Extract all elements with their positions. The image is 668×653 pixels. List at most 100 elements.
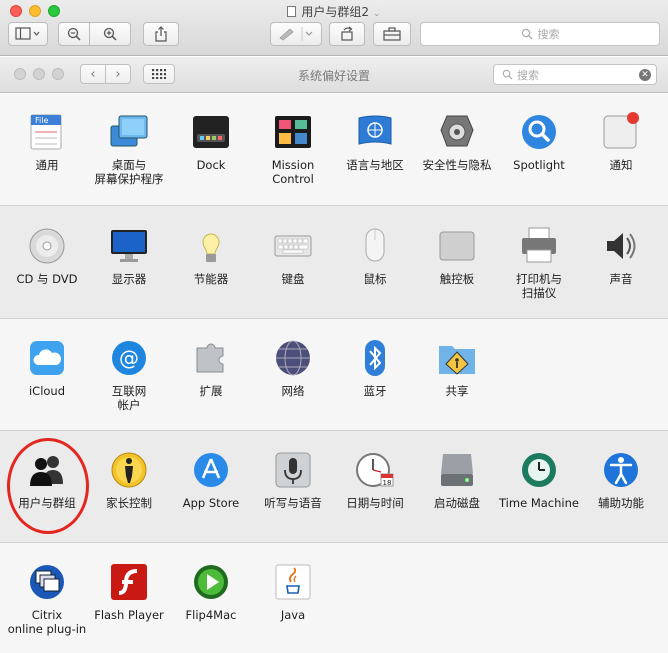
pane-label: 共享 (415, 384, 499, 398)
pane-label: CD 与 DVD (5, 272, 89, 286)
pane-label-line: Spotlight (513, 158, 565, 172)
pane-network[interactable]: 网络 (251, 338, 335, 438)
pane-internet-accounts[interactable]: @ 互联网 帐户 (87, 338, 171, 438)
pane-label-line: 桌面与 (111, 158, 147, 172)
dock-icon (191, 112, 231, 152)
pane-label-line: Flip4Mac (185, 608, 237, 622)
prefs-search-field[interactable]: 搜索 ✕ (493, 64, 657, 85)
accessibility-icon (601, 450, 641, 490)
pane-label-line: 家长控制 (106, 496, 152, 510)
pane-label-line: Flash Player (94, 608, 164, 622)
rotate-icon (341, 26, 353, 41)
pane-extensions[interactable]: 扩展 (169, 338, 253, 438)
pane-label: 触控板 (415, 272, 499, 286)
pane-label-line: 辅助功能 (598, 496, 644, 510)
share-button[interactable] (143, 22, 179, 46)
pane-dock[interactable]: Dock (169, 112, 253, 212)
pane-sound[interactable]: 声音 (579, 226, 663, 326)
sharing-icon (437, 338, 477, 378)
pane-label-line: Java (280, 608, 306, 622)
pane-flash-player[interactable]: Flash Player (87, 562, 171, 653)
zoom-out-button[interactable] (58, 22, 90, 46)
preview-search-placeholder: 搜索 (537, 28, 560, 41)
pane-cd-dvd[interactable]: CD 与 DVD (5, 226, 89, 326)
icloud-icon (27, 338, 67, 378)
flash-player-icon (109, 562, 149, 602)
markup-pen-button[interactable] (270, 22, 322, 46)
document-icon (287, 6, 297, 17)
printer-scanner-icon (519, 226, 559, 266)
pane-security-privacy[interactable]: 安全性与隐私 (415, 112, 499, 212)
pane-java[interactable]: Java (251, 562, 335, 653)
pane-citrix[interactable]: Citrix online plug-in (5, 562, 89, 653)
highlight-circle (7, 438, 89, 534)
pane-label-line: online plug-in (7, 622, 87, 636)
search-icon (521, 28, 532, 40)
pane-date-time[interactable]: 18 日期与时间 (333, 450, 417, 550)
pane-desktop-screensaver[interactable]: 桌面与 屏幕保护程序 (87, 112, 171, 212)
pane-label: Spotlight (497, 158, 581, 172)
clear-search-icon[interactable]: ✕ (639, 69, 651, 81)
prefs-search-placeholder: 搜索 (517, 68, 539, 82)
internet-accounts-icon: @ (109, 338, 149, 378)
citrix-icon (27, 562, 67, 602)
pane-spotlight[interactable]: Spotlight (497, 112, 581, 212)
rotate-button[interactable] (329, 22, 365, 46)
security-privacy-icon (437, 112, 477, 152)
pane-language-region[interactable]: 语言与地区 (333, 112, 417, 212)
startup-disk-icon (437, 450, 477, 490)
mission-control-icon (273, 112, 313, 152)
share-icon (155, 26, 167, 42)
pane-energy-saver[interactable]: 节能器 (169, 226, 253, 326)
pane-notifications[interactable]: 通知 (579, 112, 663, 212)
pane-parental-controls[interactable]: 家长控制 (87, 450, 171, 550)
pane-label: 辅助功能 (579, 496, 663, 510)
pane-label-line: 触控板 (439, 272, 475, 286)
pane-mouse[interactable]: 鼠标 (333, 226, 417, 326)
pane-label-line: 语言与地区 (346, 158, 404, 172)
pane-startup-disk[interactable]: 启动磁盘 (415, 450, 499, 550)
search-icon (502, 69, 513, 80)
time-machine-icon (519, 450, 559, 490)
pane-label: 蓝牙 (333, 384, 417, 398)
pane-general[interactable]: File 通用 (5, 112, 89, 212)
pane-displays[interactable]: 显示器 (87, 226, 171, 326)
pane-keyboard[interactable]: 键盘 (251, 226, 335, 326)
pane-trackpad[interactable]: 触控板 (415, 226, 499, 326)
flip4mac-icon (191, 562, 231, 602)
date-time-icon: 18 (355, 450, 395, 490)
pane-label: Dock (169, 158, 253, 172)
pen-icon (279, 27, 313, 41)
pane-label: Java (251, 608, 335, 622)
pane-label-line: 通知 (609, 158, 633, 172)
document-title[interactable]: 用户与群组2 ⌄ (0, 3, 668, 20)
pane-printer-scanner[interactable]: 打印机与 扫描仪 (497, 226, 581, 326)
pane-label: 安全性与隐私 (415, 158, 499, 172)
pane-label: Flash Player (87, 608, 171, 622)
pane-dictation-speech[interactable]: 听写与语音 (251, 450, 335, 550)
pane-icloud[interactable]: iCloud (5, 338, 89, 438)
toolbox-button[interactable] (373, 22, 411, 46)
pane-bluetooth[interactable]: 蓝牙 (333, 338, 417, 438)
pane-label-line: 鼠标 (363, 272, 387, 286)
pane-label: 鼠标 (333, 272, 417, 286)
pane-app-store[interactable]: App Store (169, 450, 253, 550)
pane-label-line: 共享 (445, 384, 469, 398)
parental-controls-icon (109, 450, 149, 490)
sidebar-toggle-button[interactable] (8, 22, 48, 46)
pane-label-line: 屏幕保护程序 (94, 172, 164, 186)
pane-label: iCloud (5, 384, 89, 398)
pane-accessibility[interactable]: 辅助功能 (579, 450, 663, 550)
preview-search-field[interactable]: 搜索 (420, 22, 660, 46)
pane-label: 节能器 (169, 272, 253, 286)
zoom-in-button[interactable] (89, 22, 131, 46)
pane-label: 听写与语音 (251, 496, 335, 510)
pane-label-line: Dock (196, 158, 226, 172)
pane-mission-control[interactable]: Mission Control (251, 112, 335, 212)
pane-label-line: 通用 (35, 158, 59, 172)
pane-sharing[interactable]: 共享 (415, 338, 499, 438)
pane-flip4mac[interactable]: Flip4Mac (169, 562, 253, 653)
pane-time-machine[interactable]: Time Machine (497, 450, 581, 550)
pane-label-line: 安全性与隐私 (422, 158, 492, 172)
general-icon: File (27, 112, 67, 152)
